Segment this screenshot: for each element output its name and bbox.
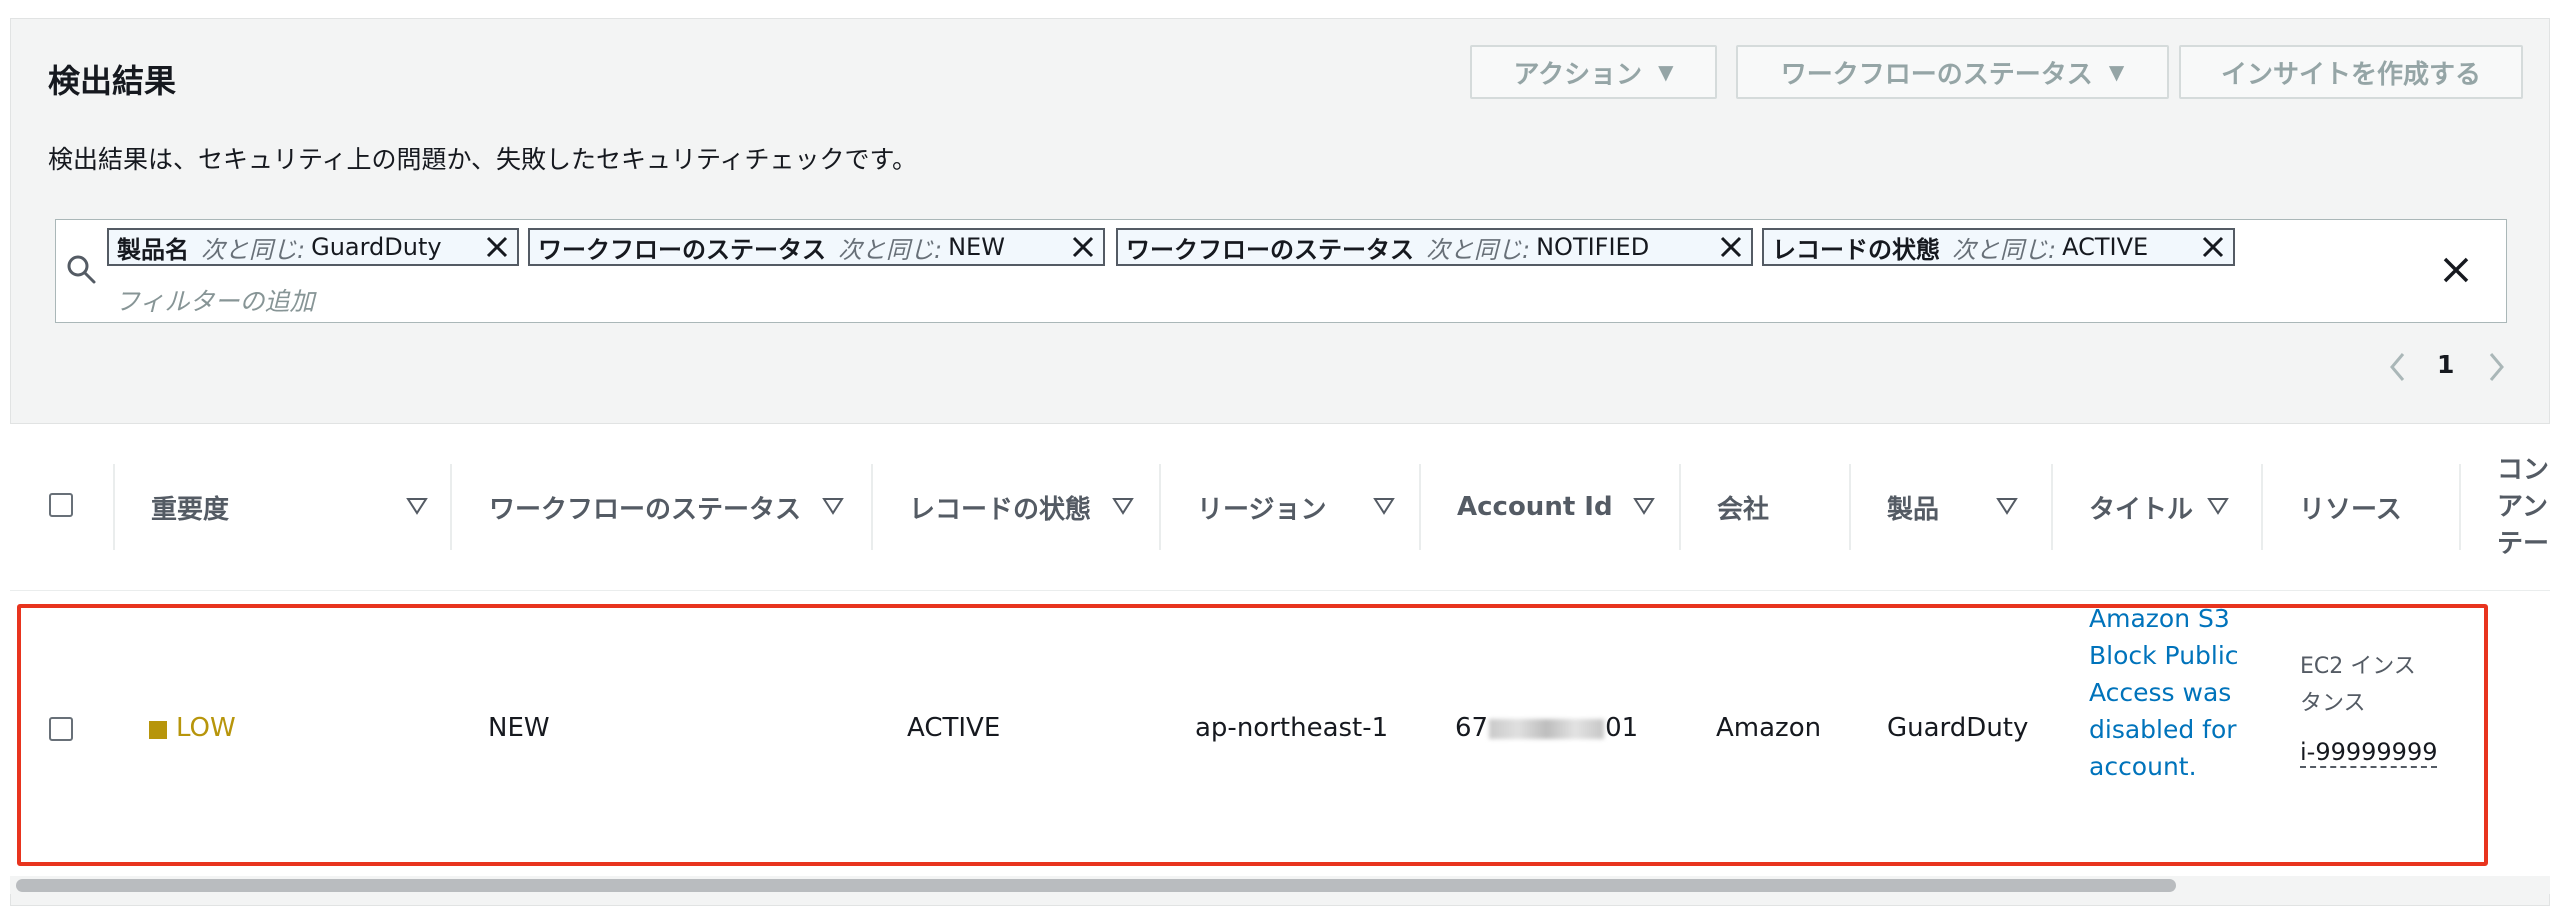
filter-token-operator: 次と同じ: — [201, 235, 306, 264]
sort-icon[interactable] — [822, 496, 844, 516]
filter-token-product: 製品名 次と同じ: GuardDuty — [107, 228, 519, 266]
company-value: Amazon — [1716, 713, 1822, 743]
chevron-left-icon[interactable] — [2385, 350, 2411, 384]
caret-down-icon: ▼ — [1658, 60, 1674, 84]
column-header-label: ワークフローのステータス — [489, 494, 802, 525]
column-header-label: Account Id — [1457, 492, 1613, 522]
column-header-label: コン — [2497, 454, 2550, 485]
column-header-compliance[interactable]: コン アン テー — [2497, 424, 2550, 590]
create-insight-button[interactable]: インサイトを作成する — [2179, 45, 2523, 99]
remove-filter-icon[interactable] — [1069, 233, 1097, 261]
column-header-label: レコードの状態 — [909, 494, 1092, 525]
product-value: GuardDuty — [1887, 713, 2029, 743]
column-header-account-id[interactable]: Account Id — [1457, 424, 1687, 590]
column-divider — [113, 464, 115, 550]
page-title: 検出結果 — [48, 62, 177, 100]
filter-token-value: ACTIVE — [2062, 233, 2149, 261]
column-header-region[interactable]: リージョン — [1197, 424, 1417, 590]
filter-token-record-state: レコードの状態 次と同じ: ACTIVE — [1762, 228, 2235, 266]
sort-icon[interactable] — [1373, 496, 1395, 516]
filter-token-key: レコードの状態 — [1772, 235, 1940, 264]
column-header-label: テー — [2497, 528, 2550, 559]
column-header-severity[interactable]: 重要度 — [151, 424, 431, 590]
remove-filter-icon[interactable] — [1717, 233, 1745, 261]
chevron-right-icon[interactable] — [2483, 350, 2509, 384]
severity-low-icon — [149, 721, 167, 739]
column-divider — [1849, 464, 1851, 550]
create-insight-button-label: インサイトを作成する — [2220, 59, 2481, 90]
sort-icon[interactable] — [2207, 496, 2229, 516]
column-header-product[interactable]: 製品 — [1887, 424, 2037, 590]
filter-token-value: NOTIFIED — [1536, 233, 1650, 261]
search-icon — [67, 255, 96, 284]
column-header-resource[interactable]: リソース — [2299, 424, 2449, 590]
record-state-value: ACTIVE — [907, 713, 1001, 743]
filter-token-operator: 次と同じ: — [1952, 235, 2057, 264]
column-divider — [2261, 464, 2263, 550]
column-header-label: 会社 — [1717, 494, 1770, 525]
column-divider — [871, 464, 873, 550]
column-header-company[interactable]: 会社 — [1717, 424, 1837, 590]
filter-token-operator: 次と同じ: — [1426, 235, 1531, 264]
clear-filters-icon[interactable] — [2440, 254, 2472, 286]
finding-title-link[interactable]: Amazon S3 Block Public Access was disabl… — [2089, 600, 2239, 785]
remove-filter-icon[interactable] — [2199, 233, 2227, 261]
severity-value: LOW — [176, 713, 236, 743]
add-filter-input[interactable]: フィルターの追加 — [115, 282, 315, 318]
sort-icon[interactable] — [1996, 496, 2018, 516]
filter-token-operator: 次と同じ: — [838, 235, 943, 264]
column-divider — [1159, 464, 1161, 550]
workflow-status-button[interactable]: ワークフローのステータス ▼ — [1736, 45, 2169, 99]
column-header-label: 重要度 — [151, 494, 230, 525]
column-header-label: リソース — [2299, 494, 2402, 525]
column-header-title[interactable]: タイトル — [2089, 424, 2249, 590]
column-divider — [1679, 464, 1681, 550]
page-description: 検出結果は、セキュリティ上の問題か、失敗したセキュリティチェックです。 — [48, 145, 918, 174]
account-id-value: 67 01 — [1455, 713, 1638, 743]
row-checkbox[interactable] — [49, 717, 73, 741]
caret-down-icon: ▼ — [2108, 60, 2125, 84]
sort-icon[interactable] — [1112, 496, 1134, 516]
remove-filter-icon[interactable] — [483, 233, 511, 261]
column-divider — [1419, 464, 1421, 550]
filter-token-key: 製品名 — [117, 235, 189, 264]
column-header-label: アン — [2497, 491, 2548, 522]
column-divider — [450, 464, 452, 550]
filter-token-key: ワークフローのステータス — [1126, 235, 1414, 264]
column-header-workflow-status[interactable]: ワークフローのステータス — [489, 424, 849, 590]
filter-token-value: NEW — [948, 233, 1005, 261]
column-divider — [2459, 464, 2461, 550]
table-header: 重要度 ワークフローのステータス レコードの状態 リージョン Account I… — [10, 424, 2550, 591]
sort-icon[interactable] — [406, 496, 428, 516]
horizontal-scrollbar-thumb[interactable] — [16, 879, 2176, 892]
column-header-record-state[interactable]: レコードの状態 — [909, 424, 1149, 590]
account-id-prefix: 67 — [1455, 713, 1489, 743]
redacted-account-id — [1489, 718, 1605, 739]
column-divider — [2051, 464, 2053, 550]
workflow-status-value: NEW — [488, 713, 550, 743]
filter-token-value: GuardDuty — [311, 233, 442, 261]
resource-type-value: EC2 インスタンス — [2300, 654, 2416, 716]
column-header-label: 製品 — [1887, 494, 1940, 525]
account-id-suffix: 01 — [1605, 713, 1639, 743]
actions-button[interactable]: アクション ▼ — [1470, 45, 1717, 99]
filter-token-workflow-new: ワークフローのステータス 次と同じ: NEW — [528, 228, 1105, 266]
current-page-number[interactable]: 1 — [2437, 350, 2454, 379]
resource-id-link[interactable]: i-99999999 — [2300, 734, 2450, 771]
actions-button-label: アクション — [1513, 59, 1643, 90]
filter-token-key: ワークフローのステータス — [538, 235, 826, 264]
workflow-status-button-label: ワークフローのステータス — [1780, 59, 2093, 90]
filter-token-workflow-notified: ワークフローのステータス 次と同じ: NOTIFIED — [1116, 228, 1753, 266]
select-all-checkbox[interactable] — [49, 493, 73, 517]
column-header-label: タイトル — [2089, 494, 2194, 525]
sort-icon[interactable] — [1633, 496, 1655, 516]
region-value: ap-northeast-1 — [1195, 713, 1389, 743]
column-header-label: リージョン — [1197, 494, 1327, 525]
resource-id-text: i-99999999 — [2300, 738, 2438, 768]
